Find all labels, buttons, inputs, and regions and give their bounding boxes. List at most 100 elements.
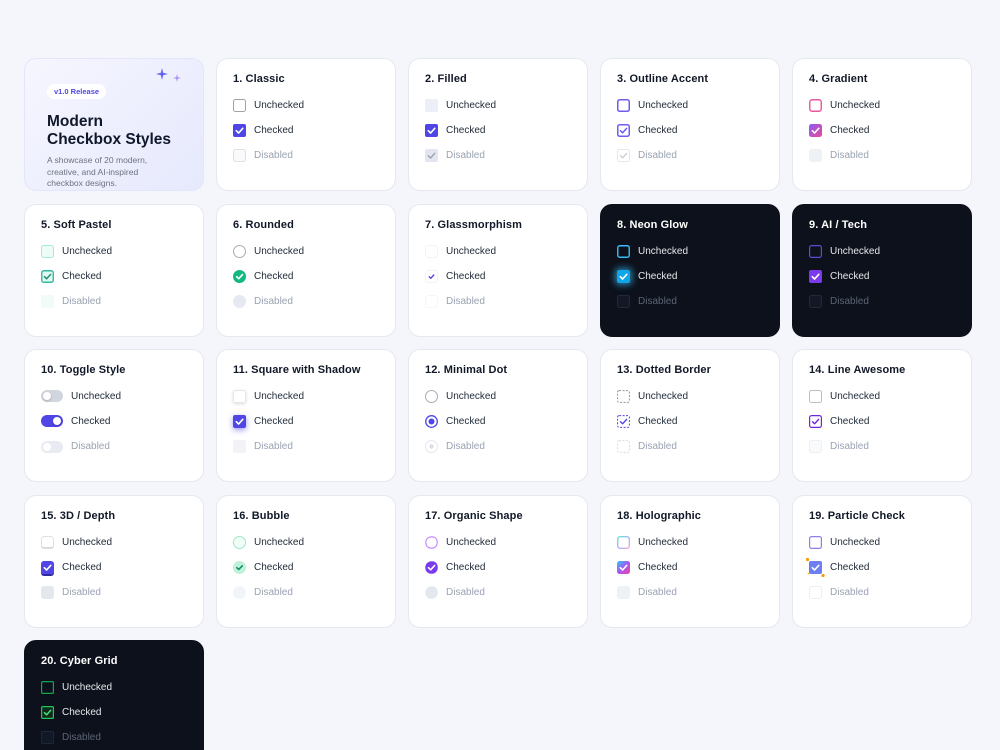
checkbox-checked[interactable]: [425, 561, 438, 574]
option-checked[interactable]: Checked: [617, 123, 763, 137]
option-checked[interactable]: Checked: [41, 414, 187, 428]
checkbox-unchecked[interactable]: [617, 98, 630, 112]
option-unchecked[interactable]: Unchecked: [809, 98, 955, 112]
card-title: 10. Toggle Style: [41, 364, 126, 376]
checkbox-disabled: [617, 586, 630, 600]
checkbox-disabled: [617, 149, 630, 163]
checkbox-label: Checked: [830, 124, 870, 136]
checkbox-unchecked[interactable]: [425, 98, 438, 112]
option-checked[interactable]: Checked: [233, 269, 379, 283]
card-title: 9. AI / Tech: [809, 219, 868, 231]
option-disabled: Disabled: [233, 440, 379, 454]
checkbox-unchecked[interactable]: [425, 244, 438, 258]
option-checked[interactable]: Checked: [617, 269, 763, 283]
checkbox-checked[interactable]: [233, 560, 246, 574]
option-unchecked[interactable]: Unchecked: [41, 389, 187, 403]
checkbox-checked[interactable]: [617, 269, 630, 283]
radio-checked[interactable]: [425, 414, 438, 428]
toggle-off[interactable]: [41, 390, 63, 402]
checkbox-checked[interactable]: [617, 123, 630, 137]
option-checked[interactable]: Checked: [617, 560, 763, 574]
checkbox-unchecked[interactable]: [41, 535, 54, 549]
checkbox-checked[interactable]: [805, 557, 825, 577]
card-title: 19. Particle Check: [809, 510, 905, 522]
checkbox-unchecked[interactable]: [41, 680, 54, 694]
option-unchecked[interactable]: Unchecked: [233, 98, 379, 112]
page-description: A showcase of 20 modern, creative, and A…: [47, 155, 148, 188]
checkbox-unchecked[interactable]: [41, 244, 54, 258]
checkbox-unchecked[interactable]: [233, 244, 246, 258]
checkbox-unchecked[interactable]: [617, 389, 630, 403]
card-title: 11. Square with Shadow: [233, 364, 361, 376]
option-checked[interactable]: Checked: [809, 414, 955, 428]
checkbox-checked[interactable]: [617, 560, 630, 574]
checkbox-unchecked[interactable]: [617, 244, 630, 258]
option-checked[interactable]: Checked: [233, 560, 379, 574]
checkbox-label: Unchecked: [638, 245, 689, 257]
option-checked[interactable]: Checked: [809, 269, 955, 283]
option-checked[interactable]: Checked: [809, 123, 955, 137]
checkbox-checked[interactable]: [425, 269, 438, 283]
option-checked[interactable]: Checked: [425, 560, 571, 574]
card-rounded: 6. Rounded Unchecked Checked Disabled: [216, 204, 396, 337]
checkbox-unchecked[interactable]: [809, 389, 822, 403]
option-disabled: Disabled: [617, 586, 763, 600]
option-unchecked[interactable]: Unchecked: [617, 535, 763, 549]
checkbox-disabled: [41, 295, 54, 309]
option-unchecked[interactable]: Unchecked: [233, 535, 379, 549]
option-checked[interactable]: Checked: [805, 557, 955, 577]
checkbox-checked[interactable]: [809, 123, 822, 137]
option-unchecked[interactable]: Unchecked: [41, 680, 187, 694]
checkbox-checked[interactable]: [617, 414, 630, 428]
option-unchecked[interactable]: Unchecked: [425, 389, 571, 403]
option-unchecked[interactable]: Unchecked: [617, 389, 763, 403]
option-unchecked[interactable]: Unchecked: [809, 244, 955, 258]
checkbox-label: Disabled: [446, 150, 485, 162]
option-unchecked[interactable]: Unchecked: [617, 244, 763, 258]
option-unchecked[interactable]: Unchecked: [425, 535, 571, 549]
option-unchecked[interactable]: Unchecked: [233, 389, 379, 403]
toggle-on[interactable]: [41, 415, 63, 428]
option-unchecked[interactable]: Unchecked: [425, 244, 571, 258]
checkbox-checked[interactable]: [809, 269, 822, 283]
option-checked[interactable]: Checked: [425, 269, 571, 283]
option-checked[interactable]: Checked: [233, 123, 379, 137]
option-disabled: Disabled: [617, 149, 763, 163]
checkbox-checked[interactable]: [233, 123, 246, 137]
checkbox-checked[interactable]: [41, 269, 54, 283]
checkbox-checked[interactable]: [233, 269, 246, 283]
checkbox-checked[interactable]: [41, 705, 54, 719]
option-unchecked[interactable]: Unchecked: [233, 244, 379, 258]
option-unchecked[interactable]: Unchecked: [41, 244, 187, 258]
option-checked[interactable]: Checked: [233, 414, 379, 428]
radio-unchecked[interactable]: [425, 389, 438, 403]
option-unchecked[interactable]: Unchecked: [41, 535, 187, 549]
checkbox-unchecked[interactable]: [233, 389, 246, 403]
checkbox-unchecked[interactable]: [809, 98, 822, 112]
checkbox-disabled: [809, 149, 822, 163]
checkbox-label: Checked: [62, 706, 102, 718]
option-unchecked[interactable]: Unchecked: [809, 535, 955, 549]
checkbox-unchecked[interactable]: [617, 535, 630, 549]
option-unchecked[interactable]: Unchecked: [617, 98, 763, 112]
option-unchecked[interactable]: Unchecked: [425, 98, 571, 112]
checkbox-checked[interactable]: [41, 560, 54, 574]
option-checked[interactable]: Checked: [617, 414, 763, 428]
option-unchecked[interactable]: Unchecked: [809, 389, 955, 403]
checkbox-checked[interactable]: [809, 414, 822, 428]
card-title: 8. Neon Glow: [617, 219, 688, 231]
checkbox-unchecked[interactable]: [809, 244, 822, 258]
checkbox-unchecked[interactable]: [425, 535, 438, 549]
card-title: 15. 3D / Depth: [41, 510, 116, 522]
option-checked[interactable]: Checked: [425, 414, 571, 428]
checkbox-checked[interactable]: [425, 123, 438, 137]
checkbox-unchecked[interactable]: [809, 535, 822, 549]
option-checked[interactable]: Checked: [41, 560, 187, 574]
option-checked[interactable]: Checked: [41, 705, 187, 719]
option-checked[interactable]: Checked: [425, 123, 571, 137]
checkbox-checked[interactable]: [233, 414, 246, 428]
option-checked[interactable]: Checked: [41, 269, 187, 283]
option-disabled: Disabled: [425, 149, 571, 163]
checkbox-unchecked[interactable]: [233, 98, 246, 112]
checkbox-unchecked[interactable]: [233, 535, 246, 549]
